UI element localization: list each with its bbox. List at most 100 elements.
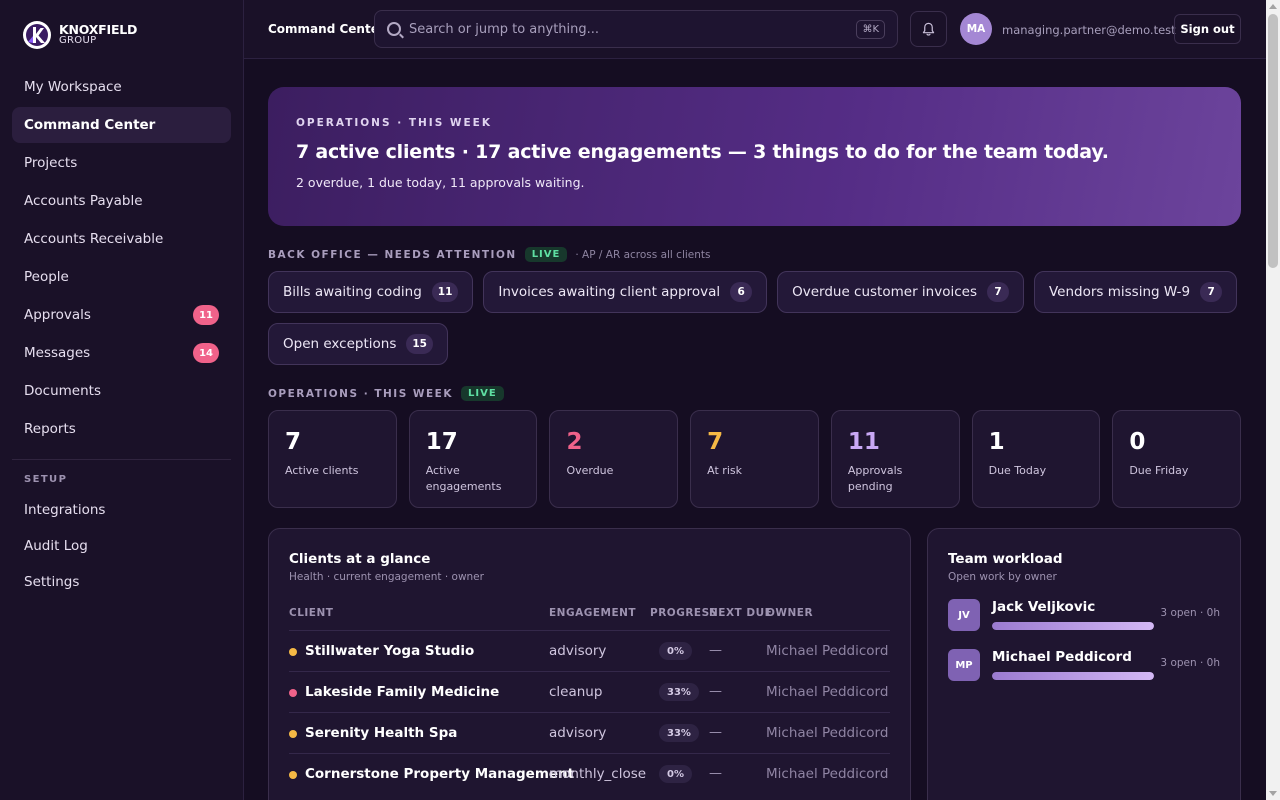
avatar: JV xyxy=(948,599,980,631)
table-row[interactable]: Stillwater Yoga Studio advisory 0% — Michael… xyxy=(289,630,890,671)
notifications-button[interactable] xyxy=(910,11,947,47)
page-title: Command Center xyxy=(268,22,385,36)
pill-vendors-missing-w9[interactable]: Vendors missing W-9 7 xyxy=(1033,271,1238,313)
pill-count: 15 xyxy=(406,334,433,354)
stat-at-risk[interactable]: 7 At risk xyxy=(690,410,819,508)
sidebar-item-people[interactable]: People xyxy=(12,259,231,295)
stat-overdue[interactable]: 2 Overdue xyxy=(549,410,679,508)
sidebar-item-integrations[interactable]: Integrations xyxy=(12,493,231,527)
stat-value: 17 xyxy=(425,429,458,455)
stat-due-today[interactable]: 1 Due Today xyxy=(971,410,1101,508)
messages-count-badge: 14 xyxy=(193,343,219,363)
owner-name: Michael Peddicord xyxy=(766,766,889,782)
column-header-engagement: ENGAGEMENT xyxy=(549,607,637,619)
table-row[interactable]: Cornerstone Property Management monthly_c… xyxy=(289,753,890,794)
pill-invoices-awaiting-approval[interactable]: Invoices awaiting client approval 6 xyxy=(483,271,768,313)
stat-value: 7 xyxy=(285,429,302,455)
stat-value: 0 xyxy=(1129,429,1146,455)
scroll-up-arrow-icon[interactable] xyxy=(1269,4,1277,9)
stat-cards: 7 Active clients 17 Active engagements 2 Ov… xyxy=(268,410,1242,508)
sidebar-item-label: Reports xyxy=(24,421,76,437)
pill-label: Overdue customer invoices xyxy=(792,284,977,300)
scrollbar-thumb[interactable] xyxy=(1268,14,1278,268)
stat-active-clients[interactable]: 7 Active clients xyxy=(268,410,397,508)
user-avatar[interactable]: MA xyxy=(960,13,992,45)
engagement-type: advisory xyxy=(549,643,607,659)
progress-badge: 33% xyxy=(659,683,699,701)
pill-open-exceptions[interactable]: Open exceptions 15 xyxy=(268,323,448,365)
back-office-note: · AP / AR across all clients xyxy=(575,248,711,261)
scroll-down-arrow-icon[interactable] xyxy=(1269,791,1277,796)
workload-bar-fill xyxy=(992,622,1154,630)
client-name[interactable]: Cornerstone Property Management xyxy=(305,766,574,782)
sidebar-item-label: Audit Log xyxy=(24,538,88,554)
workload-row[interactable]: JV Jack Veljkovic 3 open · 0h xyxy=(948,599,1220,639)
stat-label: Overdue xyxy=(566,464,614,477)
sidebar-item-documents[interactable]: Documents xyxy=(12,373,231,409)
pill-count: 6 xyxy=(730,282,753,302)
operations-label: OPERATIONS · THIS WEEK xyxy=(268,387,453,400)
next-due: — xyxy=(709,725,722,740)
pill-count: 7 xyxy=(1200,282,1223,302)
sidebar-nav: My Workspace Command Center Projects Acc… xyxy=(12,69,231,601)
search-input[interactable]: Search or jump to anything... ⌘K xyxy=(374,10,898,48)
stat-due-friday[interactable]: 0 Due Friday xyxy=(1112,410,1242,508)
progress-badge: 0% xyxy=(659,642,692,660)
brand-logo-link[interactable]: KNOXFIELD GROUP xyxy=(22,20,137,50)
client-name[interactable]: Stillwater Yoga Studio xyxy=(305,643,474,659)
workload-row[interactable]: MP Michael Peddicord 3 open · 0h xyxy=(948,649,1220,689)
back-office-header: BACK OFFICE — NEEDS ATTENTION LIVE · AP … xyxy=(268,247,711,262)
column-header-owner: OWNER xyxy=(766,607,814,619)
stat-label: Due Friday xyxy=(1129,464,1189,477)
pill-label: Vendors missing W-9 xyxy=(1048,284,1191,300)
live-badge: LIVE xyxy=(460,386,504,401)
pill-label: Invoices awaiting client approval xyxy=(498,284,721,300)
sidebar-item-accounts-payable[interactable]: Accounts Payable xyxy=(12,183,231,219)
sign-out-button[interactable]: Sign out xyxy=(1174,14,1241,44)
page-scrollbar[interactable] xyxy=(1266,0,1280,800)
search-placeholder: Search or jump to anything... xyxy=(409,21,600,37)
sidebar-item-approvals[interactable]: Approvals 11 xyxy=(12,297,231,333)
sidebar-item-label: Settings xyxy=(24,574,80,590)
live-badge: LIVE xyxy=(524,247,568,262)
engagement-type: advisory xyxy=(549,725,607,741)
table-header: CLIENT ENGAGEMENT PROGRESS NEXT DUE OWNE… xyxy=(289,607,890,627)
client-name[interactable]: Lakeside Family Medicine xyxy=(305,684,499,700)
progress-badge: 0% xyxy=(659,765,692,783)
stat-value: 2 xyxy=(566,429,583,455)
sidebar-item-my-workspace[interactable]: My Workspace xyxy=(12,69,231,105)
table-row[interactable]: Lakeside Family Medicine cleanup 33% — Micha… xyxy=(289,671,890,712)
workload-bar-fill xyxy=(992,672,1154,680)
workload-card-subtitle: Open work by owner xyxy=(948,571,1057,583)
client-name[interactable]: Serenity Health Spa xyxy=(305,725,457,741)
sidebar-item-messages[interactable]: Messages 14 xyxy=(12,335,231,371)
sidebar-item-settings[interactable]: Settings xyxy=(12,565,231,599)
stat-active-engagements[interactable]: 17 Active engagements xyxy=(408,410,538,508)
search-icon xyxy=(387,22,401,36)
stat-label: At risk xyxy=(707,464,742,477)
pill-overdue-customer-invoices[interactable]: Overdue customer invoices 7 xyxy=(777,271,1024,313)
health-status-dot xyxy=(289,730,297,738)
sidebar-item-label: Command Center xyxy=(24,117,156,133)
workload-bar xyxy=(992,672,1154,680)
workload-meta: 3 open · 0h xyxy=(1160,657,1220,669)
sidebar-item-audit-log[interactable]: Audit Log xyxy=(12,529,231,563)
stat-approvals-pending[interactable]: 11 Approvals pending xyxy=(830,410,960,508)
sidebar-item-accounts-receivable[interactable]: Accounts Receivable xyxy=(12,221,231,257)
sidebar-item-reports[interactable]: Reports xyxy=(12,411,231,447)
sidebar-item-command-center[interactable]: Command Center xyxy=(12,107,231,143)
pill-bills-awaiting-coding[interactable]: Bills awaiting coding 11 xyxy=(268,271,474,313)
operations-header: OPERATIONS · THIS WEEK LIVE xyxy=(268,386,504,401)
keyboard-shortcut-hint: ⌘K xyxy=(856,19,885,39)
back-office-label: BACK OFFICE — NEEDS ATTENTION xyxy=(268,248,517,261)
brand-sub: GROUP xyxy=(59,35,97,47)
table-row[interactable]: Serenity Health Spa advisory 33% — Michael P… xyxy=(289,712,890,753)
pill-label: Bills awaiting coding xyxy=(283,284,422,300)
health-status-dot xyxy=(289,648,297,656)
hero-eyebrow: OPERATIONS · THIS WEEK xyxy=(296,117,492,129)
sidebar-item-projects[interactable]: Projects xyxy=(12,145,231,181)
sidebar-item-label: Accounts Receivable xyxy=(24,231,164,247)
person-name: Michael Peddicord xyxy=(992,649,1132,665)
hero-subtext: 2 overdue, 1 due today, 11 approvals wai… xyxy=(296,175,585,190)
sidebar-item-label: Accounts Payable xyxy=(24,193,143,209)
